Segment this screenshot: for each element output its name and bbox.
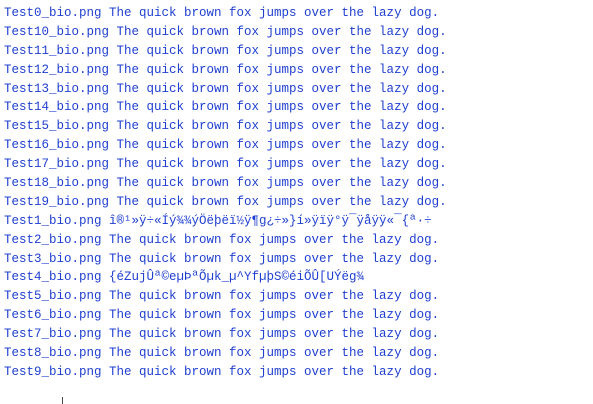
output-line: Test7_bio.png The quick brown fox jumps …	[4, 327, 440, 342]
output-line: Test18_bio.png The quick brown fox jumps…	[4, 176, 447, 191]
output-line: Test8_bio.png The quick brown fox jumps …	[4, 346, 440, 361]
console-output: Test0_bio.png The quick brown fox jumps …	[0, 0, 593, 404]
output-line: Test19_bio.png The quick brown fox jumps…	[4, 194, 447, 209]
output-line: Test12_bio.png The quick brown fox jumps…	[4, 62, 447, 77]
output-line: Test1_bio.png î®¹»ÿ÷«Íý¾¾ýÖëþëï½ÿ¶g¿÷»}í…	[4, 213, 432, 228]
output-line: Test9_bio.png The quick brown fox jumps …	[4, 364, 440, 379]
text-cursor	[62, 397, 63, 404]
output-line: Test16_bio.png The quick brown fox jumps…	[4, 138, 447, 153]
output-line: Test13_bio.png The quick brown fox jumps…	[4, 81, 447, 96]
output-line: Test11_bio.png The quick brown fox jumps…	[4, 43, 447, 58]
output-lines: Test0_bio.png The quick brown fox jumps …	[4, 4, 447, 382]
output-line: Test10_bio.png The quick brown fox jumps…	[4, 24, 447, 39]
output-line: Test5_bio.png The quick brown fox jumps …	[4, 289, 440, 304]
output-line: Test17_bio.png The quick brown fox jumps…	[4, 157, 447, 172]
output-line: Test6_bio.png The quick brown fox jumps …	[4, 308, 440, 323]
output-line: Test2_bio.png The quick brown fox jumps …	[4, 232, 440, 247]
output-line: Test4_bio.png {éZujÛª©eµÞªÕµk_µ^YfµþS©éi…	[4, 270, 365, 285]
output-line: Test14_bio.png The quick brown fox jumps…	[4, 100, 447, 115]
output-line: Test15_bio.png The quick brown fox jumps…	[4, 119, 447, 134]
output-line: Test0_bio.png The quick brown fox jumps …	[4, 6, 440, 20]
output-line: Test3_bio.png The quick brown fox jumps …	[4, 251, 440, 266]
